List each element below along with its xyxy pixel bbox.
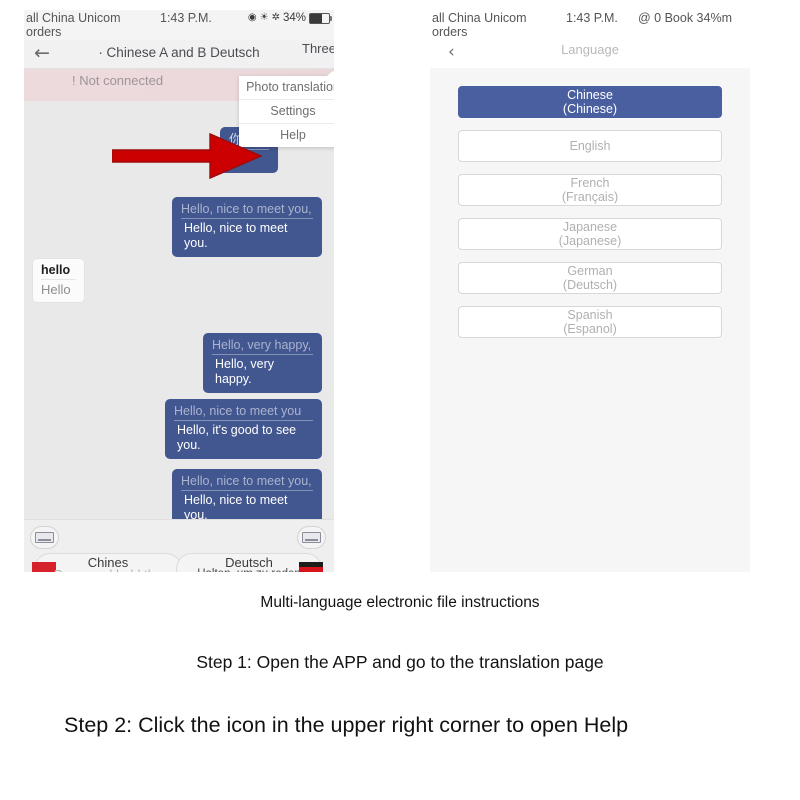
language-option-label: English: [569, 139, 611, 153]
language-option-german[interactable]: German (Deutsch): [458, 262, 722, 294]
message-source-text: Hello, nice to meet you,: [181, 474, 312, 488]
message-target-text: Hello, very happy.: [215, 357, 275, 386]
right-phone-screenshot: all China Unicom orders 1:43 P.M. @ 0 Bo…: [430, 10, 750, 572]
annotation-arrow-icon: [112, 132, 262, 180]
message-target-text: hello: [41, 263, 71, 277]
status-bar: all China Unicom orders 1:43 P.M. ◉ ☀ ✲ …: [24, 10, 334, 40]
bubble-divider: [174, 420, 313, 421]
bluetooth-icon: ✲: [271, 12, 280, 23]
push-to-talk-chinese-button[interactable]: Chines Press and hold the command: [32, 553, 182, 572]
language-option-english[interactable]: English: [458, 130, 722, 162]
back-arrow-icon[interactable]: ‹: [448, 42, 455, 62]
chat-bubble-out[interactable]: Hello, nice to meet you, Hello, nice to …: [172, 197, 322, 257]
figure-caption-step-2: Step 2: Click the icon in the upper righ…: [64, 713, 629, 737]
language-option-label: German (Deutsch): [562, 264, 618, 292]
language-option-label: Japanese (Japanese): [558, 220, 622, 248]
alarm-icon: ☀: [259, 12, 269, 23]
figure-caption-step-1: Step 1: Open the APP and go to the trans…: [196, 652, 604, 672]
carrier-label: all China Unicom orders: [432, 11, 527, 39]
message-source-text: Hello, nice to meet you,: [181, 202, 312, 216]
language-option-spanish[interactable]: Spanish (Espanol): [458, 306, 722, 338]
language-hint-label: Press and hold the command: [35, 568, 181, 572]
keyboard-icon: [35, 532, 54, 543]
bubble-divider: [212, 354, 313, 355]
message-source-text: Hello, very happy,: [212, 338, 312, 352]
carrier-label: all China Unicom orders: [26, 11, 121, 39]
keyboard-icon: [302, 532, 321, 543]
menu-trigger-button[interactable]: Three: [302, 42, 334, 56]
language-option-label: Chinese (Chinese): [562, 88, 618, 116]
page-title: Language: [561, 42, 619, 57]
status-bar: all China Unicom orders 1:43 P.M. @ 0 Bo…: [430, 10, 750, 40]
menu-item-settings[interactable]: Settings: [239, 100, 334, 124]
left-phone-screenshot: all China Unicom orders 1:43 P.M. ◉ ☀ ✲ …: [24, 10, 334, 572]
message-target-text: Hello, nice to meet you.: [184, 493, 288, 519]
battery-icon: [309, 12, 332, 24]
clock-label: 1:43 P.M.: [160, 11, 212, 25]
language-option-label: French (Français): [561, 176, 619, 204]
input-toolbar: Chines Press and hold the command Deutsc…: [24, 519, 334, 572]
location-icon: ◉: [247, 12, 257, 23]
page-title: · Chinese A and B Deutsch: [98, 45, 260, 60]
message-target-text: Hello, it's good to see you.: [177, 423, 297, 452]
battery-percent-label: 34%: [282, 12, 306, 24]
chat-bubble-in[interactable]: hello Hello: [32, 258, 85, 303]
clock-label: 1:43 P.M.: [566, 11, 618, 25]
menu-item-photo-translation[interactable]: Photo translation: [239, 76, 334, 100]
message-target-text: Hello, nice to meet you.: [184, 221, 288, 250]
chat-bubble-out[interactable]: Hello, nice to meet you, Hello, nice to …: [172, 469, 322, 519]
navigation-bar: ← · Chinese A and B Deutsch Three: [24, 40, 334, 69]
bubble-divider: [181, 218, 313, 219]
figure-caption-title: Multi-language electronic file instructi…: [260, 594, 540, 611]
status-icons: ◉ ☀ ✲ 34%: [247, 12, 332, 24]
language-hint-label: Halten, um zu reden: [177, 568, 321, 572]
bubble-divider: [181, 490, 313, 491]
language-option-french[interactable]: French (Français): [458, 174, 722, 206]
message-source-text: Hello, nice to meet you: [174, 404, 302, 418]
push-to-talk-german-button[interactable]: Deutsch Halten, um zu reden: [176, 553, 323, 572]
bubble-divider: [41, 279, 76, 280]
navigation-bar: ‹ Language: [430, 40, 750, 68]
language-option-japanese[interactable]: Japanese (Japanese): [458, 218, 722, 250]
keyboard-toggle-left-button[interactable]: [30, 526, 59, 549]
chat-bubble-out[interactable]: Hello, very happy, Hello, very happy.: [203, 333, 322, 393]
message-source-text: Hello: [41, 282, 71, 297]
language-option-label: Spanish (Espanol): [563, 308, 617, 336]
chat-bubble-out[interactable]: Hello, nice to meet you Hello, it's good…: [165, 399, 322, 459]
language-option-chinese[interactable]: Chinese (Chinese): [458, 86, 722, 118]
language-list: Chinese (Chinese) English French (Français…: [430, 68, 750, 572]
battery-status-label: @ 0 Book 34%m: [638, 11, 732, 25]
keyboard-toggle-right-button[interactable]: [297, 526, 326, 549]
